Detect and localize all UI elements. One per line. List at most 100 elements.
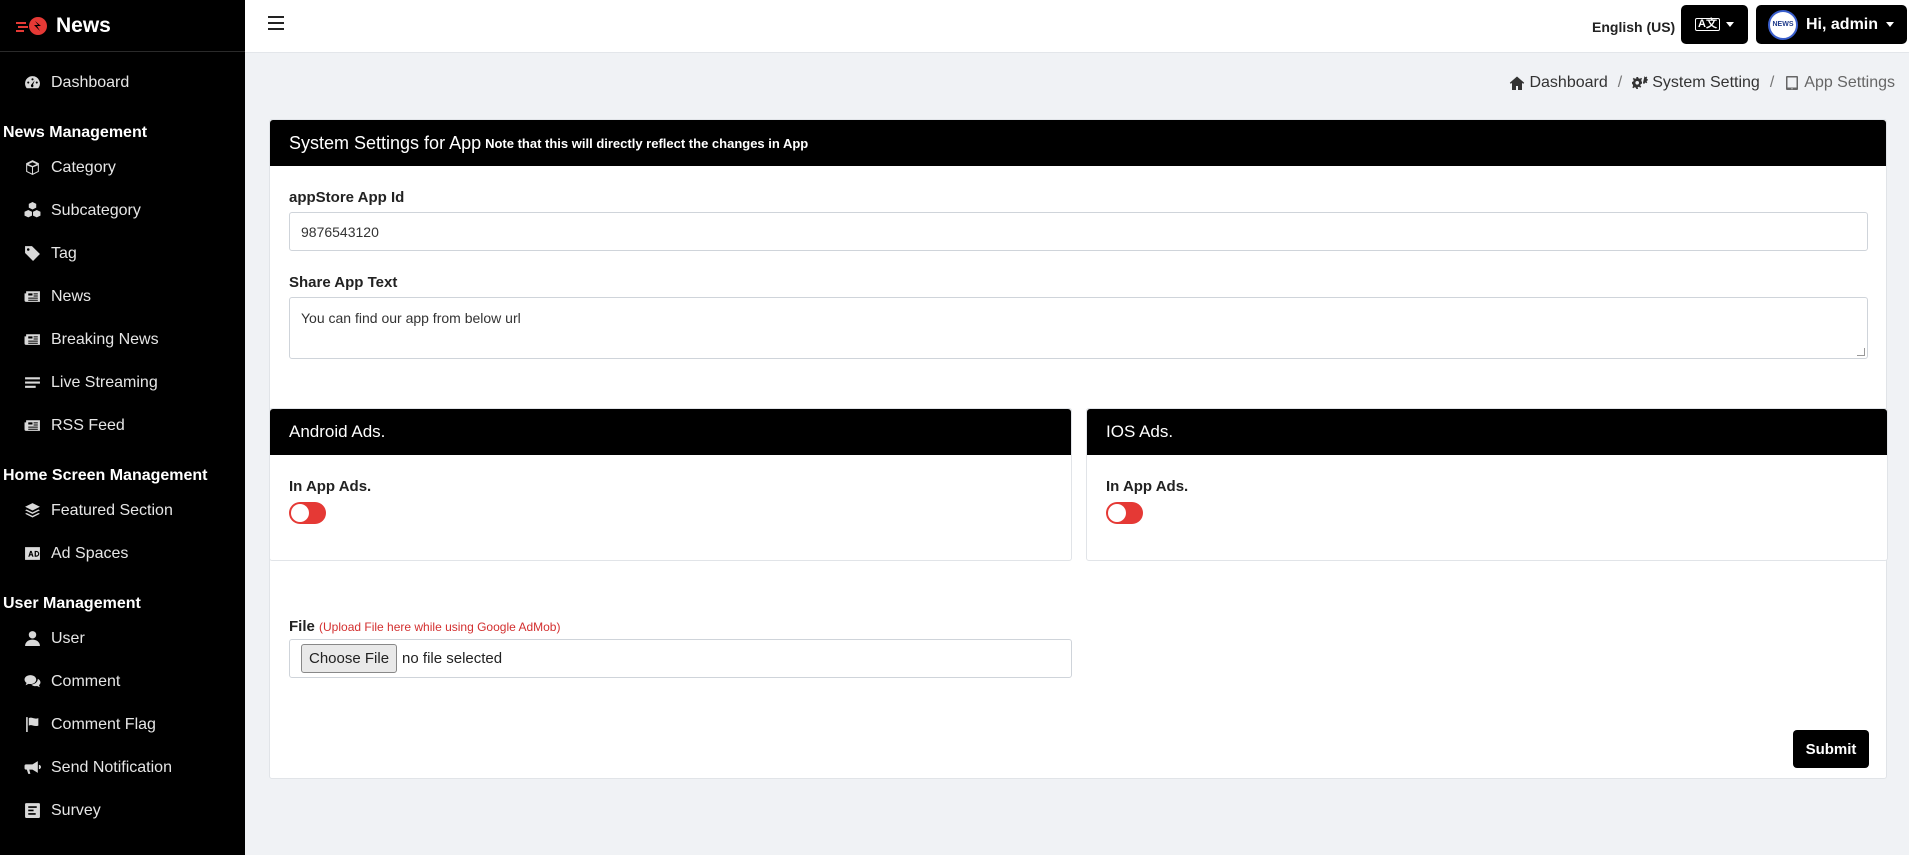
sidebar-item-category[interactable]: Category [0, 146, 245, 189]
file-label-text: File [289, 618, 315, 635]
sidebar-item-label: News [51, 287, 92, 305]
ios-ads-card: IOS Ads. In App Ads. [1086, 408, 1888, 561]
ad-icon [23, 545, 41, 563]
toggle-knob [291, 504, 309, 522]
file-input[interactable]: Choose File no file selected [289, 639, 1072, 678]
system-settings-card: System Settings for App Note that this w… [269, 119, 1888, 779]
comments-icon [23, 673, 41, 691]
translate-icon: A文 [1695, 18, 1720, 31]
breadcrumb-home-label: Dashboard [1529, 74, 1608, 91]
card-header: System Settings for App Note that this w… [270, 120, 1886, 166]
flag-icon [23, 716, 41, 734]
file-hint: (Upload File here while using Google AdM… [319, 620, 561, 634]
sidebar-item-label: RSS Feed [51, 416, 125, 434]
tablet-icon [1786, 76, 1799, 90]
cogs-icon [1632, 76, 1649, 89]
share-text-textarea[interactable]: You can find our app from below url [289, 297, 1868, 359]
sidebar-item-label: Live Streaming [51, 373, 158, 391]
sidebar-item-survey[interactable]: Survey [0, 789, 245, 832]
sidebar-item-label: Featured Section [51, 501, 173, 519]
sidebar-item-label: Category [51, 158, 116, 176]
top-bar: English (US) A文 NEWS Hi, admin [245, 0, 1909, 53]
sidebar-item-label: Breaking News [51, 330, 159, 348]
android-in-app-ads-label: In App Ads. [289, 478, 372, 495]
file-label: File (Upload File here while using Googl… [289, 618, 560, 635]
chevron-down-icon [1725, 22, 1734, 27]
sidebar-item-dashboard[interactable]: Dashboard [0, 61, 245, 104]
ios-in-app-ads-label: In App Ads. [1106, 478, 1189, 495]
sidebar-item-label: Ad Spaces [51, 544, 129, 562]
newspaper-icon [23, 331, 41, 349]
brand[interactable]: News [0, 0, 245, 52]
sidebar-item-live-streaming[interactable]: Live Streaming [0, 361, 245, 404]
bars-icon [23, 374, 41, 392]
sidebar-item-label: Tag [51, 244, 77, 262]
breadcrumb-current-label: App Settings [1804, 74, 1895, 91]
breadcrumb-home[interactable]: Dashboard [1509, 74, 1608, 92]
chevron-down-icon [1886, 22, 1895, 27]
sidebar: News Dashboard News Management Category … [0, 0, 245, 855]
card-title: System Settings for App [289, 132, 482, 153]
choose-file-button[interactable]: Choose File [301, 644, 398, 673]
submit-button[interactable]: Submit [1793, 730, 1869, 768]
sidebar-section-title: Home Screen Management [3, 467, 208, 484]
breadcrumb-separator: / [1617, 74, 1623, 91]
brand-logo-icon [16, 15, 52, 37]
sidebar-item-send-notification[interactable]: Send Notification [0, 746, 245, 789]
user-greeting: Hi, admin [1806, 15, 1879, 33]
file-status: no file selected [402, 650, 503, 667]
bullhorn-icon [23, 759, 41, 777]
user-menu-button[interactable]: NEWS Hi, admin [1756, 5, 1907, 44]
sidebar-item-label: Dashboard [51, 73, 130, 91]
breadcrumb-system-setting[interactable]: System Setting [1632, 74, 1760, 92]
newspaper-icon [23, 417, 41, 435]
sidebar-item-ad-spaces[interactable]: Ad Spaces [0, 532, 245, 575]
sidebar-item-subcategory[interactable]: Subcategory [0, 189, 245, 232]
sidebar-section-title: User Management [3, 595, 141, 612]
breadcrumb-current: App Settings [1784, 74, 1895, 92]
brand-name: News [56, 13, 111, 37]
sidebar-item-breaking-news[interactable]: Breaking News [0, 318, 245, 361]
share-text-value: You can find our app from below url [301, 310, 521, 326]
breadcrumb-system-label: System Setting [1652, 74, 1760, 91]
appstore-id-label: appStore App Id [289, 189, 405, 206]
android-ads-title: Android Ads. [270, 409, 1071, 455]
poll-icon [23, 802, 41, 820]
sidebar-item-comment-flag[interactable]: Comment Flag [0, 703, 245, 746]
hamburger-menu-icon[interactable] [268, 16, 284, 30]
android-in-app-ads-toggle[interactable] [289, 502, 326, 524]
home-icon [1510, 76, 1525, 90]
ios-in-app-ads-toggle[interactable] [1106, 502, 1143, 524]
card-note: Note that this will directly reflect the… [485, 135, 809, 151]
language-dropdown-button[interactable]: A文 [1681, 5, 1748, 44]
share-text-label: Share App Text [289, 274, 398, 291]
sidebar-item-tag[interactable]: Tag [0, 232, 245, 275]
ios-ads-title: IOS Ads. [1087, 409, 1887, 455]
sidebar-item-label: Comment Flag [51, 715, 156, 733]
dashboard-icon [23, 74, 41, 92]
breadcrumb-separator: / [1769, 74, 1775, 91]
sidebar-item-label: Send Notification [51, 758, 172, 776]
sidebar-item-rss-feed[interactable]: RSS Feed [0, 404, 245, 447]
resize-handle-icon[interactable] [1857, 348, 1865, 356]
layers-icon [23, 502, 41, 520]
sidebar-item-news[interactable]: News [0, 275, 245, 318]
cube-icon [23, 159, 41, 177]
tag-icon [23, 245, 41, 263]
sidebar-item-featured-section[interactable]: Featured Section [0, 489, 245, 532]
user-icon [23, 630, 41, 648]
avatar: NEWS [1768, 9, 1798, 40]
sidebar-item-label: Survey [51, 801, 101, 819]
sidebar-section-title: News Management [3, 124, 148, 141]
sidebar-item-comment[interactable]: Comment [0, 660, 245, 703]
newspaper-icon [23, 288, 41, 306]
sidebar-item-label: Comment [51, 672, 121, 690]
breadcrumb: Dashboard / System Setting / App Setting… [1509, 74, 1895, 92]
sidebar-item-user[interactable]: User [0, 617, 245, 660]
language-label: English (US) [1592, 19, 1676, 35]
appstore-id-input[interactable]: 9876543120 [289, 212, 1868, 251]
android-ads-card: Android Ads. In App Ads. [269, 408, 1072, 561]
sidebar-item-label: User [51, 629, 85, 647]
sidebar-item-label: Subcategory [51, 201, 141, 219]
cubes-icon [23, 202, 41, 220]
